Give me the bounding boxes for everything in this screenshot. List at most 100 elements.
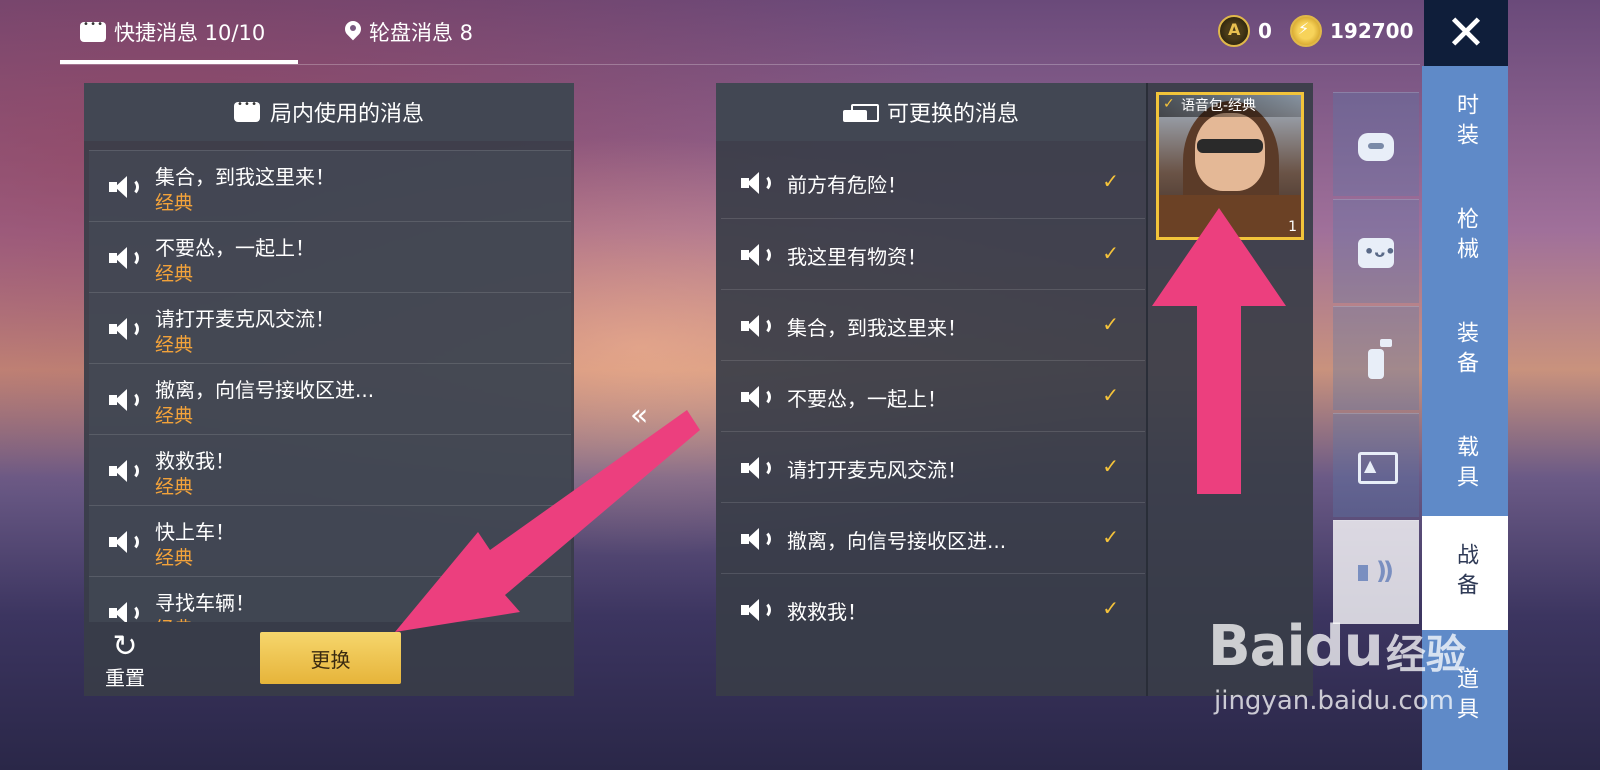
message-text: 救救我！ <box>787 600 867 624</box>
speaker-icon <box>741 314 773 338</box>
list-item[interactable]: 寻找车辆！ 经典 <box>89 576 571 622</box>
close-button[interactable]: ✕ <box>1424 0 1508 66</box>
speaker-icon <box>741 171 773 195</box>
watermark: Baidu 经验 jingyan.baidu.com <box>1208 586 1508 736</box>
sidebar-item-guns[interactable]: 枪械 <box>1422 180 1508 294</box>
replaceable-messages-header: 可更换的消息 <box>716 83 1146 141</box>
message-text: 快上车！ <box>155 520 235 544</box>
category-sprays[interactable] <box>1333 306 1419 410</box>
speaker-icon <box>741 385 773 409</box>
checkmark-icon: ✓ <box>1102 525 1119 549</box>
panel-divider <box>1146 83 1148 696</box>
message-tag: 经典 <box>155 405 194 427</box>
tab-quick-messages-label: 快捷消息 10/10 <box>114 21 266 45</box>
speaker-icon <box>109 246 141 270</box>
spray-can-icon <box>1354 337 1398 381</box>
tab-wheel-messages[interactable]: 轮盘消息 8 <box>345 14 473 50</box>
speaker-icon <box>109 388 141 412</box>
close-icon: ✕ <box>1445 5 1487 61</box>
message-text: 请打开麦克风交流！ <box>155 307 335 331</box>
message-text: 前方有危险！ <box>787 173 907 197</box>
voice-pack-card[interactable]: 语音包-经典 ✓ 1 <box>1156 92 1304 240</box>
speaker-icon <box>109 530 141 554</box>
list-item[interactable]: 集合，到我这里来！ ✓ <box>721 289 1145 360</box>
in-game-messages-panel: 局内使用的消息 集合，到我这里来！ 经典 不要怂，一起上！ 经典 请打开麦克风交… <box>84 83 574 696</box>
speaker-icon <box>741 456 773 480</box>
message-text: 撤离，向信号接收区进... <box>155 378 375 402</box>
message-text: 撤离，向信号接收区进... <box>787 529 1007 553</box>
voice-pack-label: 语音包-经典 <box>1159 95 1301 117</box>
checkmark-icon: ✓ <box>1102 312 1119 336</box>
robot-icon <box>1354 123 1398 167</box>
message-text: 救救我！ <box>155 449 235 473</box>
list-item[interactable]: 请打开麦克风交流！ ✓ <box>721 431 1145 502</box>
watermark-url: jingyan.baidu.com <box>1214 686 1454 716</box>
list-item[interactable]: 快上车！ 经典 <box>89 505 571 576</box>
category-emotes[interactable] <box>1333 199 1419 303</box>
list-item[interactable]: 前方有危险！ ✓ <box>721 147 1145 218</box>
chat-bubble-icon <box>233 99 260 122</box>
watermark-logo: Baidu <box>1208 614 1384 679</box>
checkmark-icon: ✓ <box>1102 169 1119 193</box>
replace-button[interactable]: 更换 <box>260 632 401 684</box>
message-text: 请打开麦克风交流！ <box>787 458 967 482</box>
top-bar: 快捷消息 10/10 轮盘消息 8 0 192700 <box>0 0 1440 66</box>
speaker-icon <box>741 243 773 267</box>
sidebar-item-label: 时装 <box>1453 93 1478 153</box>
tab-wheel-messages-label: 轮盘消息 8 <box>369 21 474 45</box>
sidebar-item-label: 载具 <box>1453 435 1478 495</box>
pictures-icon <box>1354 444 1398 488</box>
message-text: 寻找车辆！ <box>155 591 255 615</box>
message-tag: 经典 <box>155 334 194 356</box>
in-game-messages-list[interactable]: 集合，到我这里来！ 经典 不要怂，一起上！ 经典 请打开麦克风交流！ 经典 撤离… <box>89 150 571 622</box>
list-item[interactable]: 不要怂，一起上！ 经典 <box>89 221 571 292</box>
message-tag: 经典 <box>155 263 194 285</box>
message-text: 不要怂，一起上！ <box>787 387 947 411</box>
currency-a: 0 <box>1218 15 1272 47</box>
replaceable-messages-list[interactable]: 前方有危险！ ✓ 我这里有物资！ ✓ 集合，到我这里来！ ✓ 不要怂，一起上！ … <box>721 147 1145 644</box>
message-tag: 经典 <box>155 614 193 622</box>
list-item[interactable]: 请打开麦克风交流！ 经典 <box>89 292 571 363</box>
list-item[interactable]: 集合，到我这里来！ 经典 <box>89 150 571 221</box>
speaker-icon <box>109 459 141 483</box>
character-jacket <box>1159 195 1301 237</box>
sidebar-item-equipment[interactable]: 装备 <box>1422 294 1508 408</box>
list-item[interactable]: 救救我！ ✓ <box>721 573 1145 644</box>
voice-pack-count: 1 <box>1288 219 1297 235</box>
message-tag: 经典 <box>155 192 194 214</box>
speaker-icon <box>741 527 773 551</box>
sidebar-item-label: 装备 <box>1453 321 1478 381</box>
sidebar-item-vehicles[interactable]: 载具 <box>1422 408 1508 522</box>
speaker-icon <box>741 598 773 622</box>
top-bar-divider <box>60 64 1420 65</box>
currency-a-value: 0 <box>1258 19 1272 43</box>
sidebar-item-costume[interactable]: 时装 <box>1422 66 1508 180</box>
message-text: 集合，到我这里来！ <box>155 165 335 189</box>
battle-points-icon <box>1290 15 1322 47</box>
message-text: 我这里有物资！ <box>787 245 927 269</box>
watermark-sub: 经验 <box>1386 632 1466 678</box>
category-pictures[interactable] <box>1333 413 1419 517</box>
list-item[interactable]: 撤离，向信号接收区进... 经典 <box>89 363 571 434</box>
speaker-icon <box>109 317 141 341</box>
tab-quick-messages[interactable]: 快捷消息 10/10 <box>80 14 265 50</box>
message-text: 不要怂，一起上！ <box>155 236 315 260</box>
category-costume-parts[interactable] <box>1333 92 1419 196</box>
currency-b-value: 192700 <box>1330 19 1414 43</box>
character-sunglasses <box>1197 139 1263 153</box>
speaker-icon <box>109 601 141 622</box>
currency-b: 192700 <box>1290 15 1414 47</box>
checkmark-icon: ✓ <box>1102 454 1119 478</box>
reset-button[interactable]: ↻ 重置 <box>100 632 150 691</box>
ag-coin-icon <box>1218 15 1250 47</box>
sidebar-item-label: 枪械 <box>1453 207 1478 267</box>
list-item[interactable]: 我这里有物资！ ✓ <box>721 218 1145 289</box>
list-item[interactable]: 救救我！ 经典 <box>89 434 571 505</box>
in-game-messages-header: 局内使用的消息 <box>84 83 574 141</box>
reset-label: 重置 <box>105 666 145 690</box>
collapse-chevron-icon[interactable]: « <box>630 398 648 433</box>
replace-label: 更换 <box>310 647 351 672</box>
list-item[interactable]: 不要怂，一起上！ ✓ <box>721 360 1145 431</box>
speaker-icon <box>109 175 141 199</box>
list-item[interactable]: 撤离，向信号接收区进... ✓ <box>721 502 1145 573</box>
